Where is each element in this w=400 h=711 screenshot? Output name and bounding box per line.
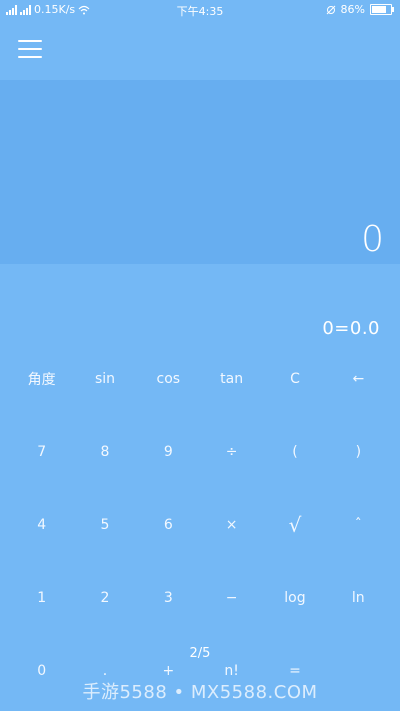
calculator-screen: 0.15K/s 下午4:35 86% 0 0=0.0 角度 sin cos ta… [0,0,400,711]
status-bar: 0.15K/s 下午4:35 86% [0,0,400,20]
sqrt-key[interactable]: √ [263,488,326,561]
multiply-key[interactable]: × [200,488,263,561]
digit-4-key[interactable]: 4 [10,488,73,561]
keypad-row: 角度 sin cos tan C ← [10,342,390,415]
digit-6-key[interactable]: 6 [137,488,200,561]
cos-key[interactable]: cos [137,342,200,415]
toolbar [0,20,400,80]
angle-mode-key[interactable]: 角度 [10,342,73,415]
ln-key[interactable]: ln [327,561,390,634]
close-paren-key[interactable]: ) [327,415,390,488]
digit-1-key[interactable]: 1 [10,561,73,634]
divide-key[interactable]: ÷ [200,415,263,488]
open-paren-key[interactable]: ( [263,415,326,488]
minus-key[interactable]: − [200,561,263,634]
sin-key[interactable]: sin [73,342,136,415]
result-display: 0 [0,80,400,264]
alarm-off-icon [326,5,335,14]
digit-3-key[interactable]: 3 [137,561,200,634]
tan-key[interactable]: tan [200,342,263,415]
clear-key[interactable]: C [263,342,326,415]
keypad-row: 4 5 6 × √ ˆ [10,488,390,561]
digit-2-key[interactable]: 2 [73,561,136,634]
page-indicator: 2/5 [189,646,211,661]
digit-5-key[interactable]: 5 [73,488,136,561]
battery-icon [370,4,394,15]
watermark: 手游5588 • MX5588.COM [82,682,318,703]
battery-percent: 86% [340,3,365,16]
battery-fill [372,6,386,13]
digit-7-key[interactable]: 7 [10,415,73,488]
power-key[interactable]: ˆ [327,488,390,561]
display-value: 0 [361,219,384,260]
keypad-row: 1 2 3− log ln [10,561,390,634]
backspace-key[interactable]: ← [327,342,390,415]
digit-8-key[interactable]: 8 [73,415,136,488]
log-key[interactable]: log [263,561,326,634]
expression-result: 0=0.0 [322,318,380,339]
hamburger-menu-icon[interactable] [18,40,42,60]
status-right: 86% [326,3,394,16]
digit-9-key[interactable]: 9 [137,415,200,488]
keypad-row: 7 8 9 ÷() [10,415,390,488]
